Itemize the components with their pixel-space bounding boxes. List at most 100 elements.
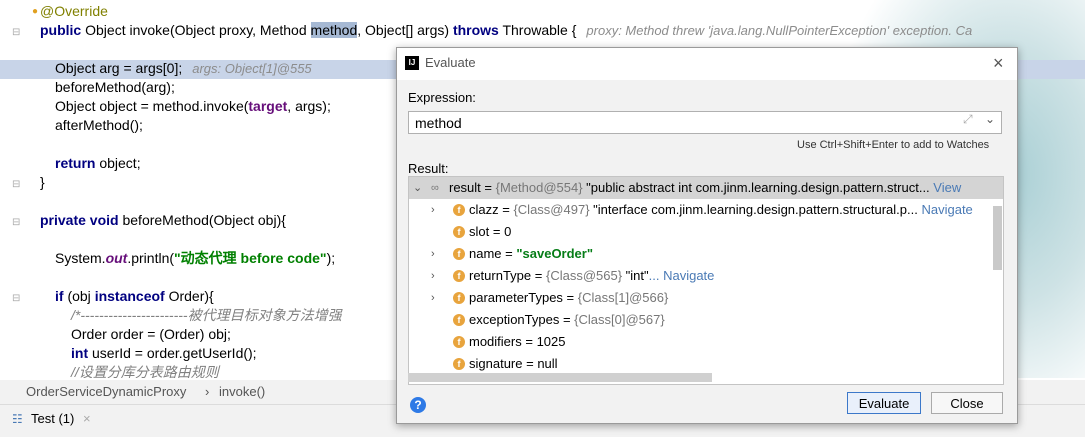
- tree-row-exceptiontypes[interactable]: f exceptionTypes = {Class[0]@567}: [409, 309, 1003, 331]
- intellij-logo-icon: IJ: [405, 56, 419, 70]
- fold-icon[interactable]: ⊟: [12, 217, 22, 228]
- var-ref: {Class@497}: [513, 202, 590, 217]
- var-eq: =: [522, 356, 538, 371]
- field-icon: f: [453, 204, 465, 216]
- var-name: returnType: [469, 268, 532, 283]
- keyword: public: [40, 22, 82, 38]
- var-eq: =: [489, 224, 505, 239]
- test-icon: ☷: [12, 412, 23, 426]
- chevron-right-icon[interactable]: ›: [431, 265, 435, 287]
- keyword: int: [71, 345, 89, 361]
- code-line-private: private void beforeMethod(Object obj){: [40, 211, 286, 230]
- code-text: (obj: [63, 288, 95, 304]
- var-value: 0: [504, 224, 512, 239]
- help-icon[interactable]: ?: [410, 397, 426, 413]
- view-link[interactable]: View: [930, 180, 961, 195]
- field-icon: f: [453, 292, 465, 304]
- evaluate-button[interactable]: Evaluate: [847, 392, 921, 414]
- code-line-signature: public Object invoke(Object proxy, Metho…: [40, 21, 972, 40]
- shortcut-hint: Use Ctrl+Shift+Enter to add to Watches: [797, 139, 990, 151]
- code-text: System.: [55, 250, 106, 266]
- chevron-right-icon[interactable]: ›: [431, 287, 435, 309]
- code-line-after: afterMethod();: [55, 117, 143, 133]
- var-eq: =: [480, 180, 496, 195]
- keyword: if: [55, 288, 64, 304]
- horizontal-scrollbar[interactable]: [408, 373, 712, 382]
- var-eq: =: [521, 334, 537, 349]
- keyword: instanceof: [94, 288, 165, 304]
- var-eq: =: [498, 202, 514, 217]
- code-text: object;: [95, 155, 141, 171]
- tree-row-signature[interactable]: f signature = null: [409, 353, 1003, 375]
- field-icon: f: [453, 336, 465, 348]
- breadcrumb-method[interactable]: invoke(): [219, 380, 265, 404]
- code-text: Object object =: [55, 98, 153, 114]
- tree-row-slot[interactable]: f slot = 0: [409, 221, 1003, 243]
- vertical-scrollbar[interactable]: [993, 206, 1002, 270]
- code-text: , args);: [287, 98, 331, 114]
- selected-text: method: [310, 22, 358, 38]
- code-text: .println(: [127, 250, 175, 266]
- code-text: Throwable {: [498, 22, 577, 38]
- fold-icon[interactable]: ⊟: [12, 27, 22, 38]
- expression-label: Expression:: [408, 90, 476, 105]
- var-value: "saveOrder": [516, 246, 594, 261]
- navigate-link[interactable]: Navigate: [918, 202, 972, 217]
- var-name: slot: [469, 224, 490, 239]
- fold-icon[interactable]: ⊟: [12, 293, 22, 304]
- code-text: Object arg = args[0];: [55, 60, 183, 76]
- chevron-right-icon[interactable]: ›: [431, 199, 435, 221]
- chevron-down-icon[interactable]: ⌄: [413, 177, 422, 199]
- code-line-order: Order order = (Order) obj;: [71, 326, 231, 342]
- tree-row-parametertypes[interactable]: › f parameterTypes = {Class[1]@566}: [409, 287, 1003, 309]
- var-ref: {Method@554}: [495, 180, 583, 195]
- var-name: name: [469, 246, 502, 261]
- code-line-annotation: @Override: [40, 3, 108, 19]
- var-name: modifiers: [469, 334, 522, 349]
- code-text: Object invoke(Object proxy, Method: [81, 22, 311, 38]
- code-line-before: beforeMethod(arg);: [55, 79, 175, 95]
- breadcrumb-class[interactable]: OrderServiceDynamicProxy: [26, 380, 186, 404]
- tree-row-result[interactable]: ⌄ ∞ result = {Method@554} "public abstra…: [409, 177, 1003, 199]
- result-label: Result:: [408, 161, 449, 176]
- keyword: throws: [452, 22, 499, 38]
- tree-row-returntype[interactable]: › f returnType = {Class@565} "int"... Na…: [409, 265, 1003, 287]
- field-icon: f: [453, 270, 465, 282]
- fold-icon[interactable]: ⊟: [12, 179, 22, 190]
- code-line-arg: Object arg = args[0]; args: Object[1]@555: [55, 59, 312, 78]
- expression-input[interactable]: method: [408, 111, 1002, 134]
- chevron-down-icon[interactable]: ⌄: [985, 112, 995, 126]
- close-icon[interactable]: ×: [83, 405, 91, 433]
- field-ref: target: [248, 98, 288, 114]
- code-text: userId = order.getUserId();: [88, 345, 257, 361]
- expand-icon[interactable]: ⤢: [963, 112, 973, 127]
- tree-row-clazz[interactable]: › f clazz = {Class@497} "interface com.j…: [409, 199, 1003, 221]
- field-icon: f: [453, 314, 465, 326]
- var-value: null: [537, 356, 558, 371]
- tree-row-modifiers[interactable]: f modifiers = 1025: [409, 331, 1003, 353]
- tree-row-name[interactable]: › f name = "saveOrder": [409, 243, 1003, 265]
- field-icon: f: [453, 358, 465, 370]
- var-name: parameterTypes: [469, 290, 563, 305]
- navigate-link[interactable]: ... Navigate: [649, 268, 715, 283]
- field-icon: f: [453, 248, 465, 260]
- code-line-userid: int userId = order.getUserId();: [71, 344, 257, 363]
- inline-debug-hint: proxy: Method threw 'java.lang.NullPoint…: [586, 23, 973, 38]
- chevron-right-icon[interactable]: ›: [431, 243, 435, 265]
- dialog-title-bar[interactable]: IJ Evaluate ×: [397, 48, 1017, 80]
- code-line-return: return object;: [55, 154, 141, 173]
- evaluate-dialog: IJ Evaluate × Expression: method ⤢ ⌄ Use…: [396, 47, 1018, 424]
- var-value: "int": [622, 268, 649, 283]
- run-tab-label[interactable]: Test (1): [31, 405, 74, 433]
- close-button[interactable]: Close: [931, 392, 1003, 414]
- code-text: Order){: [164, 288, 214, 304]
- close-icon[interactable]: ×: [993, 54, 1004, 72]
- keyword: return: [55, 155, 96, 171]
- string-literal: "动态代理 before code": [174, 250, 327, 266]
- code-comment: //设置分库分表路由规则: [71, 364, 219, 378]
- inline-debug-hint: args: Object[1]@555: [192, 61, 312, 76]
- var-ref: {Class[0]@567}: [574, 312, 665, 327]
- static-field: out: [105, 250, 128, 266]
- result-tree[interactable]: ⌄ ∞ result = {Method@554} "public abstra…: [408, 176, 1004, 385]
- code-line-if: if (obj instanceof Order){: [55, 287, 214, 306]
